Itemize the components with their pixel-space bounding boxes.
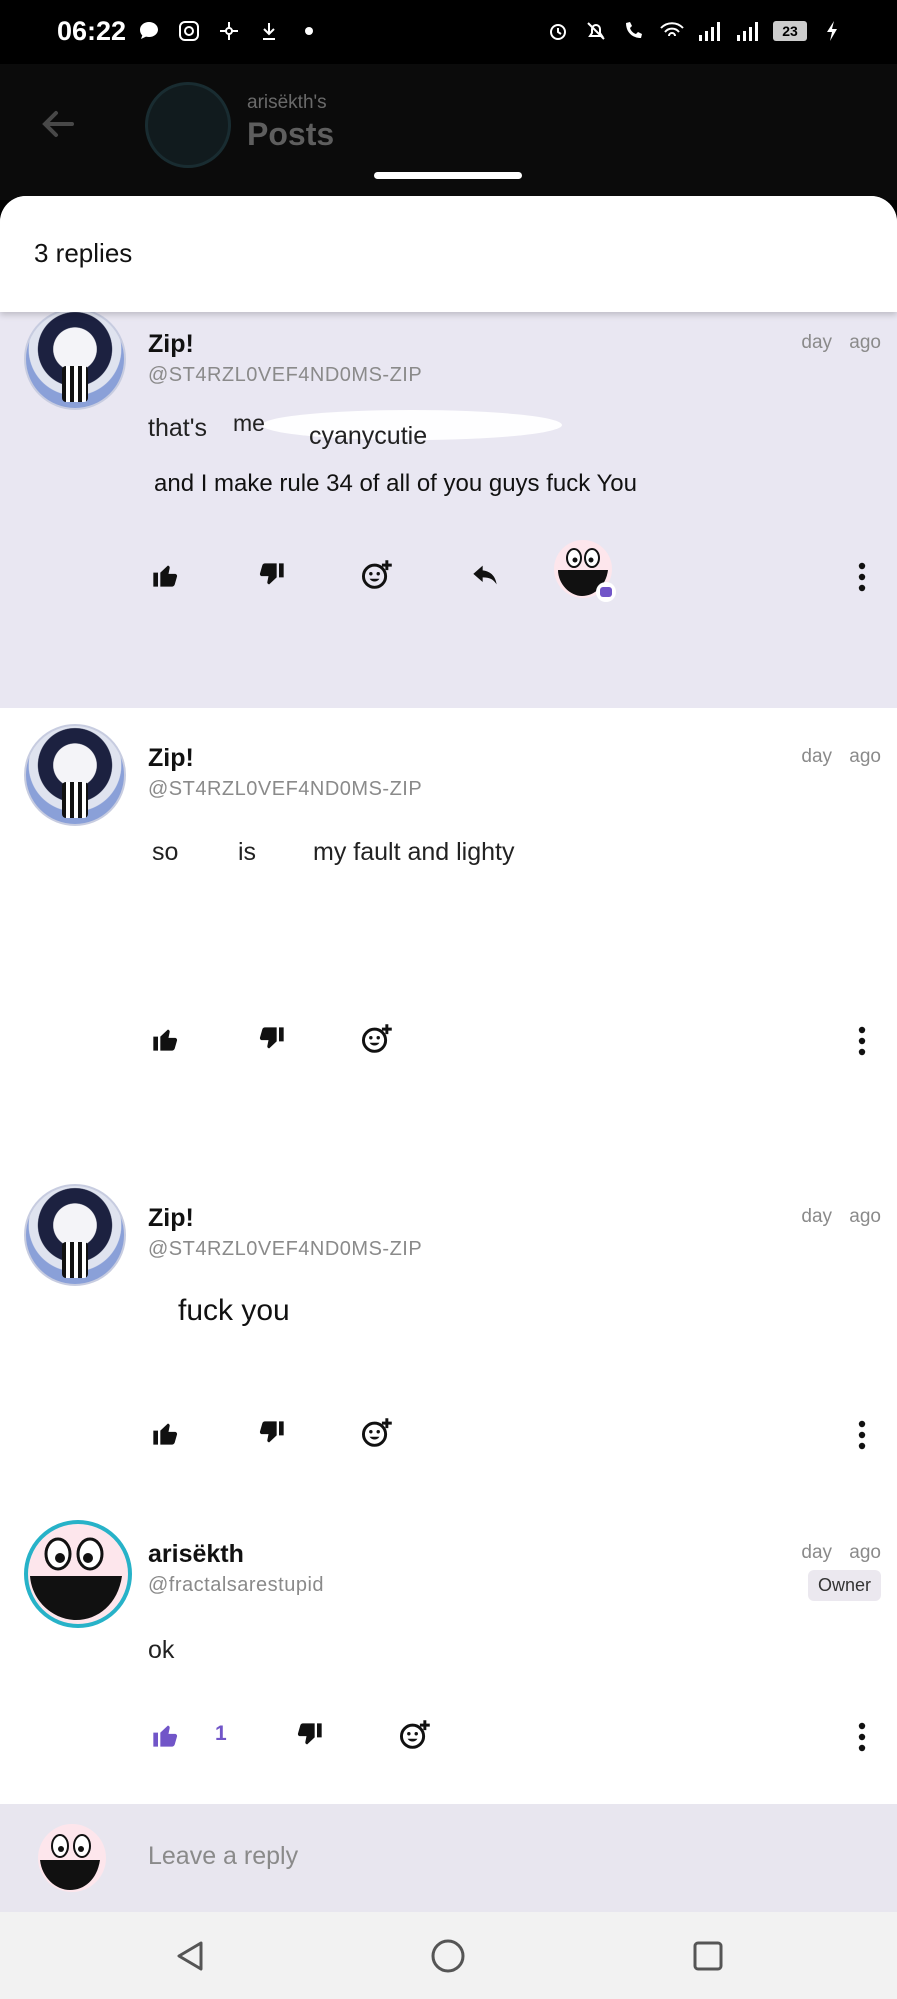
dislike-button[interactable] <box>255 1416 289 1450</box>
add-reaction-icon <box>361 1024 392 1053</box>
reply-author-name[interactable]: Zip! <box>148 330 194 359</box>
thumbs-down-icon <box>297 1723 322 1745</box>
signal-icon <box>697 18 723 44</box>
reply-text-part: that's <box>148 414 207 442</box>
add-reaction-icon <box>361 1418 392 1447</box>
signal-2-icon <box>735 18 761 44</box>
app-header: arisëkth's Posts <box>0 64 897 200</box>
download-icon <box>256 18 282 44</box>
reply-time: day ago <box>801 1206 881 1227</box>
more-vert-icon[interactable] <box>857 1420 867 1450</box>
sheet-header: 3 replies <box>0 196 897 312</box>
replies-sheet: 3 replies Zip! @ST4RZL0VEF4ND0MS-ZIP day… <box>0 196 897 1999</box>
charging-icon <box>819 18 845 44</box>
chat-notification-icon <box>136 18 162 44</box>
add-reaction-button[interactable] <box>360 1416 394 1450</box>
reply-item: arisëkth @fractalsarestupid day ago Owne… <box>0 1504 897 1804</box>
add-reaction-button[interactable] <box>360 1022 394 1056</box>
avatar[interactable] <box>24 1184 126 1286</box>
header-avatar[interactable] <box>145 82 231 168</box>
like-button[interactable] <box>148 1718 182 1752</box>
wifi-icon <box>659 18 685 44</box>
like-button[interactable] <box>148 558 182 592</box>
system-nav-bar <box>0 1912 897 1999</box>
like-button[interactable] <box>148 1022 182 1056</box>
reply-text-part: is <box>238 838 257 866</box>
sheet-drag-handle[interactable] <box>374 172 522 179</box>
status-time: 06:22 <box>57 16 127 46</box>
reply-author-handle[interactable]: @fractalsarestupid <box>148 1574 324 1597</box>
reply-text-part: my fault and lighty <box>313 838 515 866</box>
reply-time: day ago <box>801 332 881 353</box>
add-reaction-button[interactable] <box>398 1718 432 1752</box>
reply-author-name[interactable]: Zip! <box>148 1204 194 1233</box>
nav-back-icon <box>177 1941 203 1971</box>
reply-icon <box>473 565 497 585</box>
avatar[interactable] <box>24 308 126 410</box>
nav-back-button[interactable] <box>168 1934 212 1978</box>
reply-text-part: cyanycutie <box>309 422 428 450</box>
reaction-badge <box>596 582 616 602</box>
reply-text-part: so <box>152 838 179 866</box>
nav-recents-button[interactable] <box>686 1934 730 1978</box>
reply-author-name[interactable]: Zip! <box>148 744 194 773</box>
reply-author-handle[interactable]: @ST4RZL0VEF4ND0MS-ZIP <box>148 1238 422 1261</box>
thumbs-up-icon <box>153 1423 178 1445</box>
replies-count-title: 3 replies <box>34 238 133 268</box>
back-arrow-icon[interactable] <box>38 104 78 144</box>
avatar[interactable] <box>24 1520 132 1628</box>
reply-text: fuck you <box>178 1294 290 1327</box>
reply-author-handle[interactable]: @ST4RZL0VEF4ND0MS-ZIP <box>148 364 422 387</box>
reply-time: day ago <box>801 746 881 767</box>
thumbs-down-icon <box>259 563 284 585</box>
more-vert-icon[interactable] <box>857 562 867 592</box>
thumbs-up-icon <box>153 1029 178 1051</box>
alarm-icon <box>545 18 571 44</box>
thumbs-down-icon <box>259 1027 284 1049</box>
nav-home-icon <box>431 1939 465 1973</box>
more-vert-icon[interactable] <box>857 1722 867 1752</box>
reply-text-part: me <box>233 410 265 436</box>
dislike-button[interactable] <box>255 558 289 592</box>
thumbs-down-icon <box>259 1421 284 1443</box>
add-reaction-icon <box>399 1720 430 1749</box>
bell-off-icon <box>583 18 609 44</box>
reply-item: Zip! @ST4RZL0VEF4ND0MS-ZIP day ago so is… <box>0 708 897 1168</box>
add-reaction-icon <box>361 560 392 589</box>
nav-recents-icon <box>693 1941 723 1971</box>
battery-icon: 23 <box>773 21 807 41</box>
user-face-icon <box>40 1834 100 1890</box>
current-user-avatar <box>38 1824 106 1892</box>
wifi-call-icon <box>621 18 647 44</box>
like-button[interactable] <box>148 1416 182 1450</box>
reply-author-handle[interactable]: @ST4RZL0VEF4ND0MS-ZIP <box>148 778 422 801</box>
header-title: Posts <box>247 116 335 152</box>
avatar[interactable] <box>24 724 126 826</box>
dislike-button[interactable] <box>293 1718 327 1752</box>
reply-text: ok <box>148 1636 175 1664</box>
reply-author-name[interactable]: arisëkth <box>148 1540 244 1569</box>
nav-home-button[interactable] <box>426 1934 470 1978</box>
reply-composer[interactable]: Leave a reply <box>0 1804 897 1912</box>
add-reaction-button[interactable] <box>360 558 394 592</box>
more-vert-icon[interactable] <box>857 1026 867 1056</box>
instagram-icon <box>176 18 202 44</box>
header-owner-label: arisëkth's <box>247 92 327 113</box>
thumbs-up-icon <box>153 565 178 587</box>
reply-text: and I make rule 34 of all of you guys fu… <box>154 470 637 497</box>
reply-item: Zip! @ST4RZL0VEF4ND0MS-ZIP day ago fuck … <box>0 1168 897 1504</box>
owner-face-icon <box>30 1537 122 1620</box>
reply-input[interactable]: Leave a reply <box>148 1842 298 1871</box>
reply-button[interactable] <box>468 558 502 592</box>
reply-item: Zip! @ST4RZL0VEF4ND0MS-ZIP day ago that'… <box>0 308 897 708</box>
dot-icon <box>296 18 322 44</box>
status-bar: 06:22 23 <box>0 0 897 64</box>
pinwheel-icon <box>216 18 242 44</box>
like-count: 1 <box>215 1722 227 1745</box>
owner-badge: Owner <box>807 1570 881 1601</box>
dislike-button[interactable] <box>255 1022 289 1056</box>
reply-time: day ago <box>801 1542 881 1563</box>
thumbs-up-icon <box>153 1725 178 1747</box>
